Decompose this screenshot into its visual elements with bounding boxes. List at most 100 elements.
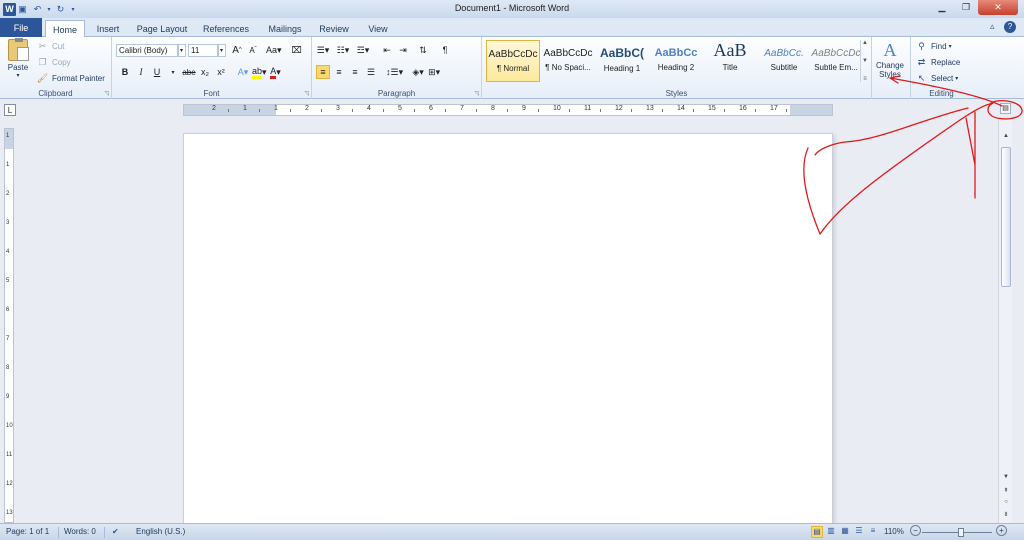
document-page[interactable] [183,133,833,523]
tab-references[interactable]: References [198,20,254,37]
style-normal[interactable]: AaBbCcDc ¶ Normal [486,40,540,82]
ruler-tick-label: 9 [522,105,526,112]
justify-icon[interactable]: ☰ [364,65,378,79]
multilevel-list-icon[interactable]: ☲▾ [356,43,370,57]
minimize-button[interactable]: ▁ [930,0,954,15]
tab-view[interactable]: View [360,20,396,37]
horizontal-ruler[interactable]: 2 1 1 2 3 4 5 6 7 8 9 10 11 12 13 14 15 16 17 [183,104,833,116]
bullets-icon[interactable]: ☰▾ [316,43,330,57]
font-size-dropdown-icon[interactable]: ▾ [218,43,226,57]
cut-button[interactable]: ✂ Cut [36,40,65,53]
vertical-ruler[interactable]: 1 1 2 3 4 5 6 7 8 9 10 11 12 13 [4,128,14,523]
underline-dropdown-icon[interactable]: ▾ [166,65,180,79]
select-button[interactable]: ↖ Select ▾ [915,72,959,85]
style-subtitle[interactable]: AaBbCc. Subtitle [757,40,811,82]
language[interactable]: English (U.S.) [136,527,185,536]
zoom-in-button[interactable]: + [996,525,1007,536]
vertical-scrollbar[interactable]: ▲ ▼ ⇞ ○ ⇟ [998,119,1012,523]
scroll-up-icon[interactable]: ▲ [1001,133,1011,143]
change-case-button[interactable]: Aa ▾ [266,43,282,57]
paste-button[interactable]: Paste ▾ [4,38,32,79]
decrease-indent-icon[interactable]: ⇤ [380,43,394,57]
word-count[interactable]: Words: 0 [64,527,96,536]
help-icon[interactable]: ? [1004,21,1016,33]
text-effects-icon[interactable]: A▾ [236,65,250,79]
print-layout-icon[interactable]: ▤ [811,526,823,538]
style-heading-2[interactable]: AaBbCc Heading 2 [649,40,703,82]
format-painter-button[interactable]: 🖌 Format Painter [36,72,105,85]
gallery-up-icon[interactable]: ▲ [862,40,868,46]
paragraph-launcher-icon[interactable]: ◹ [474,90,479,97]
copy-button[interactable]: ❐ Copy [36,56,70,69]
font-color-icon[interactable]: A ▾ [269,65,283,79]
next-page-icon[interactable]: ⇟ [1001,511,1011,521]
font-name-dropdown-icon[interactable]: ▾ [178,43,186,57]
grow-font-button[interactable]: A ^ [230,43,244,57]
tab-review[interactable]: Review [314,20,354,37]
font-launcher-icon[interactable]: ◹ [304,90,309,97]
web-layout-icon[interactable]: ▦ [839,526,851,538]
ruler-tick-label: 12 [615,105,623,112]
replace-button[interactable]: ⇄ Replace [915,56,961,69]
clipboard-group: Paste ▾ ✂ Cut ❐ Copy 🖌 Format Painter Cl… [0,37,112,99]
gallery-more-icon[interactable]: ≡ [863,76,867,82]
styles-gallery-scroll[interactable]: ▲ ▼ ≡ [860,40,869,82]
browse-object-icon[interactable]: ○ [1001,499,1011,509]
binoculars-icon: ⚲ [918,41,925,51]
shading-icon[interactable]: ◈▾ [411,65,425,79]
borders-icon[interactable]: ⊞▾ [427,65,441,79]
ruler-tick-label: 13 [646,105,654,112]
superscript-button[interactable]: x² [214,65,228,79]
style-subtle-emphasis[interactable]: AaBbCcDc Subtle Em... [809,40,863,82]
highlight-color-icon[interactable]: ab ▾ [252,65,267,79]
zoom-slider-thumb[interactable] [957,528,964,537]
font-name-box[interactable]: Calibri (Body) [116,43,178,57]
tab-page-layout[interactable]: Page Layout [132,20,192,37]
outline-icon[interactable]: ☰ [853,526,865,538]
view-ruler-icon[interactable]: ▤ [1000,103,1011,114]
align-right-icon[interactable]: ≡ [348,65,362,79]
style-title[interactable]: AaB Title [703,40,757,82]
subscript-button[interactable]: x₂ [198,65,212,79]
sort-icon[interactable]: ⇅ [416,43,430,57]
scroll-down-icon[interactable]: ▼ [1001,474,1011,484]
gallery-down-icon[interactable]: ▼ [862,58,868,64]
tab-insert[interactable]: Insert [88,20,128,37]
line-spacing-icon[interactable]: ↕☰▾ [386,65,403,79]
tab-home[interactable]: Home [45,20,85,38]
align-center-icon[interactable]: ≡ [332,65,346,79]
vertical-ruler-tick-label: 8 [6,365,10,371]
style-no-spacing[interactable]: AaBbCcDc ¶ No Spaci... [541,40,595,82]
style-heading-1[interactable]: AaBbC( Heading 1 [595,40,649,82]
font-size-box[interactable]: 11 [188,43,218,57]
shrink-font-button[interactable]: Aˇ [246,43,260,57]
tab-file[interactable]: File [0,18,42,37]
ruler-tick [693,109,694,112]
find-button[interactable]: ⚲ Find ▾ [915,40,951,53]
underline-button[interactable]: U [150,65,164,79]
zoom-level[interactable]: 110% [884,527,904,536]
full-screen-reading-icon[interactable]: ▥ [825,526,837,538]
close-button[interactable]: ✕ [978,0,1018,15]
maximize-button[interactable]: ❐ [954,0,978,15]
proofing-icon[interactable]: ✔ [112,527,119,536]
page-count[interactable]: Page: 1 of 1 [6,527,49,536]
ruler-tick [600,109,601,112]
change-styles-button[interactable]: A Change Styles [872,39,908,79]
numbering-icon[interactable]: ☷▾ [336,43,350,57]
clear-formatting-icon[interactable]: ⌧ [290,43,304,57]
previous-page-icon[interactable]: ⇞ [1001,487,1011,497]
scroll-thumb[interactable] [1001,147,1011,287]
italic-button[interactable]: I [134,65,148,79]
strikethrough-button[interactable]: abe [182,65,196,79]
bold-button[interactable]: B [118,65,132,79]
minimize-ribbon-icon[interactable]: ▵ [990,21,995,32]
increase-indent-icon[interactable]: ⇥ [396,43,410,57]
align-left-icon[interactable]: ≡ [316,65,330,79]
tab-selector-icon[interactable]: L [4,104,16,116]
clipboard-launcher-icon[interactable]: ◹ [104,90,109,97]
zoom-out-button[interactable]: − [910,525,921,536]
draft-icon[interactable]: ≡ [867,526,879,538]
tab-mailings[interactable]: Mailings [262,20,308,37]
show-formatting-icon[interactable]: ¶ [438,43,452,57]
